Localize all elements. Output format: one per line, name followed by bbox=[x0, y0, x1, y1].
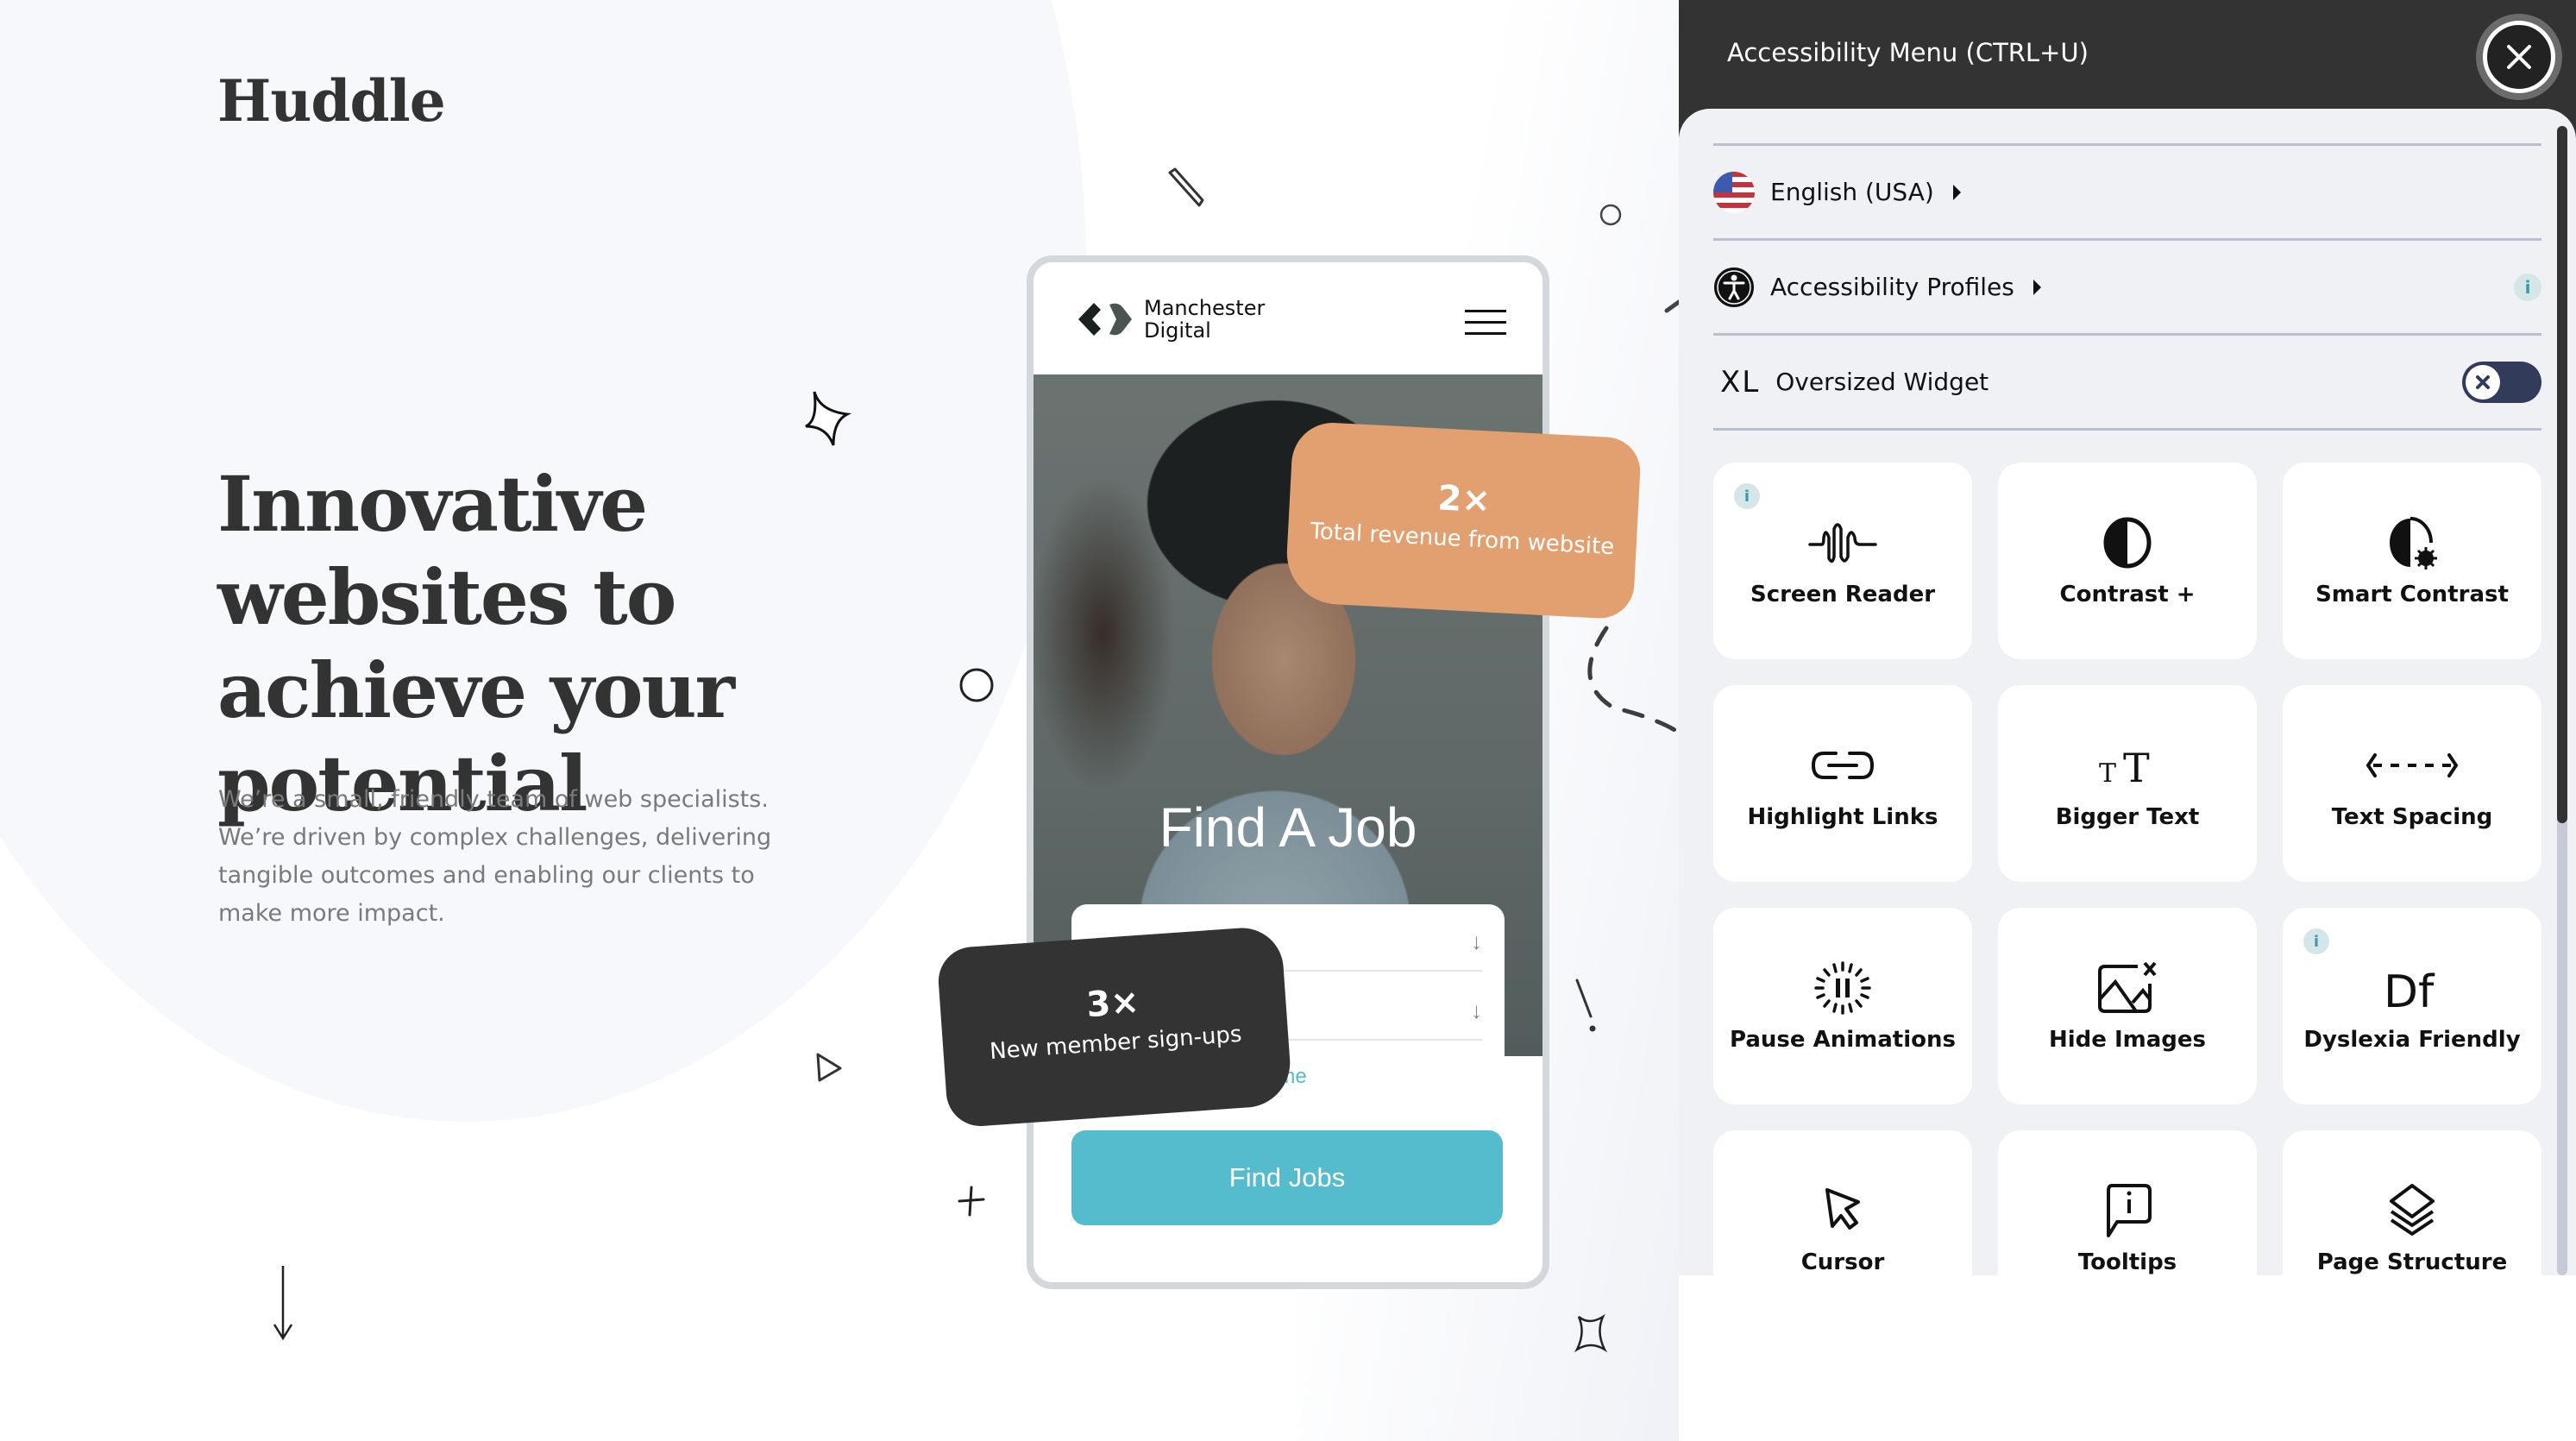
caret-right-icon bbox=[2033, 279, 2041, 295]
md-brand-text: Manchester Digital bbox=[1144, 296, 1266, 343]
accessibility-person-icon bbox=[1714, 267, 1754, 307]
toggle-off-icon bbox=[2466, 365, 2500, 400]
info-icon[interactable]: i bbox=[2514, 274, 2541, 301]
text-spacing-icon bbox=[2366, 753, 2459, 777]
scroll-down-arrow-icon[interactable] bbox=[273, 1264, 293, 1342]
hero-headline: Innovative websites to achieve your pote… bbox=[217, 459, 735, 828]
us-flag-icon bbox=[1713, 171, 1755, 213]
close-icon bbox=[2507, 45, 2531, 69]
contrast-icon bbox=[2103, 517, 2152, 569]
caret-right-icon bbox=[1952, 184, 1961, 200]
phone-mockup: Manchester Digital Find A Job ↓ ↓ Part T… bbox=[1027, 255, 1549, 1289]
close-button[interactable] bbox=[2483, 21, 2555, 93]
accessibility-footer-area bbox=[1679, 1275, 2576, 1441]
profiles-label: Accessibility Profiles bbox=[1770, 273, 2014, 301]
scrollbar-thumb[interactable] bbox=[2557, 126, 2567, 823]
stat-revenue: 2× Total revenue from website bbox=[1284, 420, 1643, 620]
svg-text:Df: Df bbox=[2384, 966, 2435, 1012]
feature-highlight-links[interactable]: Highlight Links bbox=[1713, 685, 1972, 882]
feature-bigger-text[interactable]: TT Bigger Text bbox=[1998, 685, 2257, 882]
smart-contrast-icon bbox=[2390, 517, 2437, 569]
xl-icon: XL bbox=[1720, 364, 1761, 400]
feature-contrast[interactable]: Contrast + bbox=[1998, 463, 2257, 659]
profiles-row[interactable]: Accessibility Profiles i bbox=[1713, 238, 2541, 333]
triangle-doodle-icon bbox=[816, 1053, 842, 1082]
moon-doodle-icon bbox=[1599, 204, 1622, 226]
exclamation-doodle-icon bbox=[1575, 978, 1596, 1032]
pencil-doodle-icon bbox=[1168, 167, 1204, 207]
accessibility-panel: Accessibility Menu (CTRL+U) English (USA… bbox=[1679, 0, 2576, 1441]
stat-signups: 3× New member sign-ups bbox=[936, 925, 1293, 1129]
accessibility-title: Accessibility Menu (CTRL+U) bbox=[1727, 38, 2089, 67]
tooltip-icon bbox=[2107, 1184, 2152, 1237]
star-outline-doodle-icon bbox=[1574, 1313, 1608, 1353]
cursor-icon bbox=[1825, 1188, 1860, 1230]
oversized-widget-label: Oversized Widget bbox=[1775, 368, 1989, 396]
find-a-job-title: Find A Job bbox=[1159, 796, 1417, 859]
oversized-widget-row[interactable]: XL Oversized Widget bbox=[1713, 333, 2541, 428]
text-size-icon: TT bbox=[2099, 745, 2150, 787]
dyslexia-icon: Df bbox=[2384, 966, 2435, 1012]
feature-page-structure[interactable]: Page Structure bbox=[2283, 1130, 2541, 1275]
pause-animations-icon bbox=[1814, 961, 1871, 1015]
site-logo[interactable]: Huddle bbox=[217, 67, 446, 135]
feature-pause-animations[interactable]: Pause Animations bbox=[1713, 908, 1972, 1104]
svg-text:T: T bbox=[2099, 758, 2116, 787]
hamburger-menu-icon[interactable] bbox=[1465, 310, 1506, 336]
accessibility-body: English (USA) Accessibility Profiles i X… bbox=[1679, 109, 2576, 1275]
find-jobs-button[interactable]: Find Jobs bbox=[1071, 1130, 1503, 1225]
link-icon bbox=[1811, 752, 1875, 779]
manchester-digital-logo[interactable]: Manchester Digital bbox=[1075, 297, 1265, 342]
feature-grid: i Screen Reader Contrast + Smart Contras… bbox=[1713, 463, 2541, 1275]
layers-icon bbox=[2390, 1184, 2435, 1236]
oversized-widget-toggle[interactable] bbox=[2462, 362, 2541, 403]
feature-tooltips[interactable]: Tooltips bbox=[1998, 1130, 2257, 1275]
feature-smart-contrast[interactable]: Smart Contrast bbox=[2283, 463, 2541, 659]
info-icon[interactable]: i bbox=[1734, 483, 1760, 509]
screen-reader-icon bbox=[1808, 523, 1877, 563]
circle-doodle-icon bbox=[959, 668, 994, 702]
hero-intro: We’re a small, friendly team of web spec… bbox=[218, 786, 772, 927]
chevron-down-icon: ↓ bbox=[1471, 928, 1482, 954]
svg-text:T: T bbox=[2123, 745, 2150, 787]
language-row[interactable]: English (USA) bbox=[1713, 143, 2541, 238]
sparkle-doodle-icon bbox=[805, 391, 852, 446]
phone-header: Manchester Digital bbox=[1034, 262, 1542, 374]
md-chevrons-icon bbox=[1078, 303, 1132, 336]
small-sparkle-doodle-icon bbox=[958, 1186, 985, 1217]
divider bbox=[1713, 428, 2541, 431]
feature-cursor[interactable]: Cursor bbox=[1713, 1130, 1972, 1275]
chevron-down-icon: ↓ bbox=[1471, 997, 1482, 1023]
feature-text-spacing[interactable]: Text Spacing bbox=[2283, 685, 2541, 882]
hide-images-icon bbox=[2098, 961, 2157, 1013]
feature-hide-images[interactable]: Hide Images bbox=[1998, 908, 2257, 1104]
feature-dyslexia-friendly[interactable]: i Df Dyslexia Friendly bbox=[2283, 908, 2541, 1104]
language-label: English (USA) bbox=[1770, 178, 1934, 206]
info-icon[interactable]: i bbox=[2303, 928, 2329, 954]
feature-screen-reader[interactable]: i Screen Reader bbox=[1713, 463, 1972, 659]
scrollbar[interactable] bbox=[2557, 126, 2567, 1275]
